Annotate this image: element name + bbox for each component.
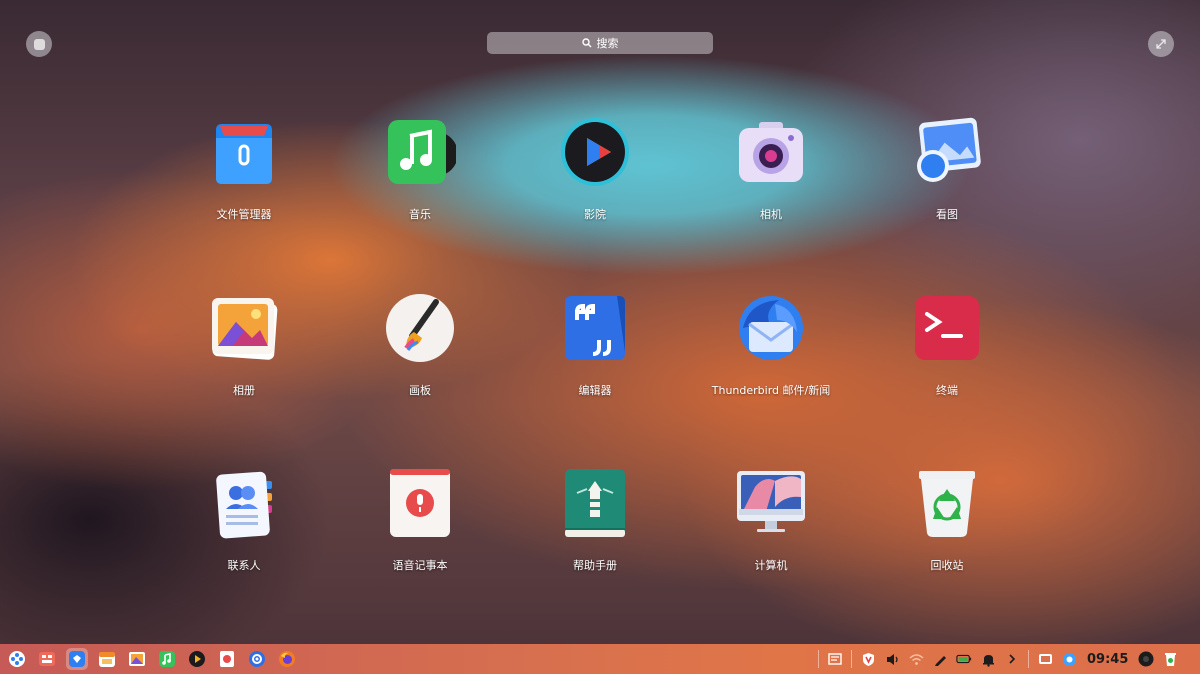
trash-icon — [911, 467, 983, 539]
volume-icon — [886, 653, 898, 665]
text-editor-icon — [559, 292, 631, 364]
app-label: 终端 — [936, 384, 958, 397]
app-label: Thunderbird 邮件/新闻 — [711, 384, 831, 397]
app-label: 回收站 — [930, 559, 964, 572]
app-thunderbird[interactable]: Thunderbird 邮件/新闻 — [701, 292, 841, 398]
app-computer[interactable]: 计算机 — [701, 467, 841, 573]
app-text-editor[interactable]: 编辑器 — [525, 292, 665, 398]
system-tray: 09:45 — [818, 644, 1178, 674]
app-label: 相册 — [233, 384, 255, 397]
multitask-icon — [39, 652, 55, 666]
tray-separator — [1028, 650, 1029, 668]
app-movie[interactable]: 影院 — [525, 116, 665, 222]
app-label: 相机 — [760, 208, 782, 221]
app-label: 画板 — [409, 384, 431, 397]
firefox-icon — [279, 651, 295, 667]
app-launcher-grid: 文件管理器 音乐 影院 相机 看图 相册 画板 编辑器 Thunderbird … — [0, 0, 1200, 640]
app-trash[interactable]: 回收站 — [877, 467, 1017, 573]
thunderbird-icon — [735, 292, 807, 364]
trash-icon — [1164, 652, 1176, 666]
app-label: 影院 — [584, 208, 606, 221]
power-button[interactable] — [1138, 651, 1154, 667]
contacts-icon — [208, 467, 280, 539]
calendar-icon — [99, 652, 115, 667]
app-album[interactable]: 相册 — [174, 292, 314, 398]
app-label: 编辑器 — [578, 384, 612, 397]
app-contacts[interactable]: 联系人 — [174, 467, 314, 573]
taskbar-dock — [0, 648, 298, 670]
app-draw[interactable]: 画板 — [350, 292, 490, 398]
screen-tray-button[interactable] — [1037, 651, 1053, 667]
image-viewer-icon — [911, 116, 983, 188]
multitask-button[interactable] — [36, 648, 58, 670]
album-icon — [129, 652, 145, 666]
voice-note-icon — [384, 467, 456, 539]
expand-tray-button[interactable] — [1004, 651, 1020, 667]
movie-icon — [189, 651, 205, 667]
pen-icon — [934, 655, 946, 666]
clock[interactable]: 09:45 — [1087, 652, 1128, 667]
terminal-icon — [911, 292, 983, 364]
settings-button[interactable] — [246, 648, 268, 670]
wifi-tray-button[interactable] — [908, 651, 924, 667]
folder-icon — [208, 116, 280, 188]
app-manual[interactable]: 帮助手册 — [525, 467, 665, 573]
album-icon — [208, 292, 280, 364]
browser-tray-button[interactable] — [1061, 651, 1077, 667]
app-label: 联系人 — [227, 559, 261, 572]
antivirus-icon — [862, 652, 874, 666]
chevron-right-icon — [1009, 654, 1016, 664]
screen-icon — [1038, 653, 1052, 664]
app-label: 看图 — [936, 208, 958, 221]
browser-icon — [1062, 652, 1076, 666]
pen-tray-button[interactable] — [932, 651, 948, 667]
launcher-icon — [9, 651, 25, 667]
launcher-button[interactable] — [6, 648, 28, 670]
notes-tray-button[interactable] — [827, 651, 843, 667]
app-label: 计算机 — [754, 559, 788, 572]
camera-icon — [735, 116, 807, 188]
app-label: 语音记事本 — [392, 559, 448, 572]
app-store-icon — [69, 651, 85, 667]
app-voice-note[interactable]: 语音记事本 — [350, 467, 490, 573]
voice-note-icon — [220, 651, 234, 667]
battery-icon — [956, 654, 972, 664]
settings-icon — [249, 651, 265, 667]
notification-tray-button[interactable] — [980, 651, 996, 667]
computer-icon — [735, 467, 807, 539]
notification-icon — [982, 654, 994, 667]
app-store-button[interactable] — [66, 648, 88, 670]
app-camera[interactable]: 相机 — [701, 116, 841, 222]
volume-tray-button[interactable] — [884, 651, 900, 667]
tray-separator — [818, 650, 819, 668]
notes-icon — [828, 653, 842, 665]
antivirus-tray-button[interactable] — [860, 651, 876, 667]
app-label: 文件管理器 — [216, 208, 272, 221]
app-terminal[interactable]: 终端 — [877, 292, 1017, 398]
album-button[interactable] — [126, 648, 148, 670]
firefox-button[interactable] — [276, 648, 298, 670]
movie-icon — [559, 116, 631, 188]
wifi-icon — [909, 653, 923, 665]
app-label: 音乐 — [409, 208, 431, 221]
tray-separator — [851, 650, 852, 668]
trash-tray-button[interactable] — [1162, 651, 1178, 667]
music-button[interactable] — [156, 648, 178, 670]
app-image-viewer[interactable]: 看图 — [877, 116, 1017, 222]
music-icon — [384, 116, 456, 188]
manual-icon — [559, 467, 631, 539]
draw-icon — [384, 292, 456, 364]
app-file-manager[interactable]: 文件管理器 — [174, 116, 314, 222]
power-icon — [1138, 651, 1154, 667]
music-icon — [159, 651, 175, 667]
app-music[interactable]: 音乐 — [350, 116, 490, 222]
app-label: 帮助手册 — [573, 559, 617, 572]
voice-note-button[interactable] — [216, 648, 238, 670]
calendar-button[interactable] — [96, 648, 118, 670]
taskbar: 09:45 — [0, 644, 1200, 674]
movie-button[interactable] — [186, 648, 208, 670]
battery-tray-button[interactable] — [956, 651, 972, 667]
